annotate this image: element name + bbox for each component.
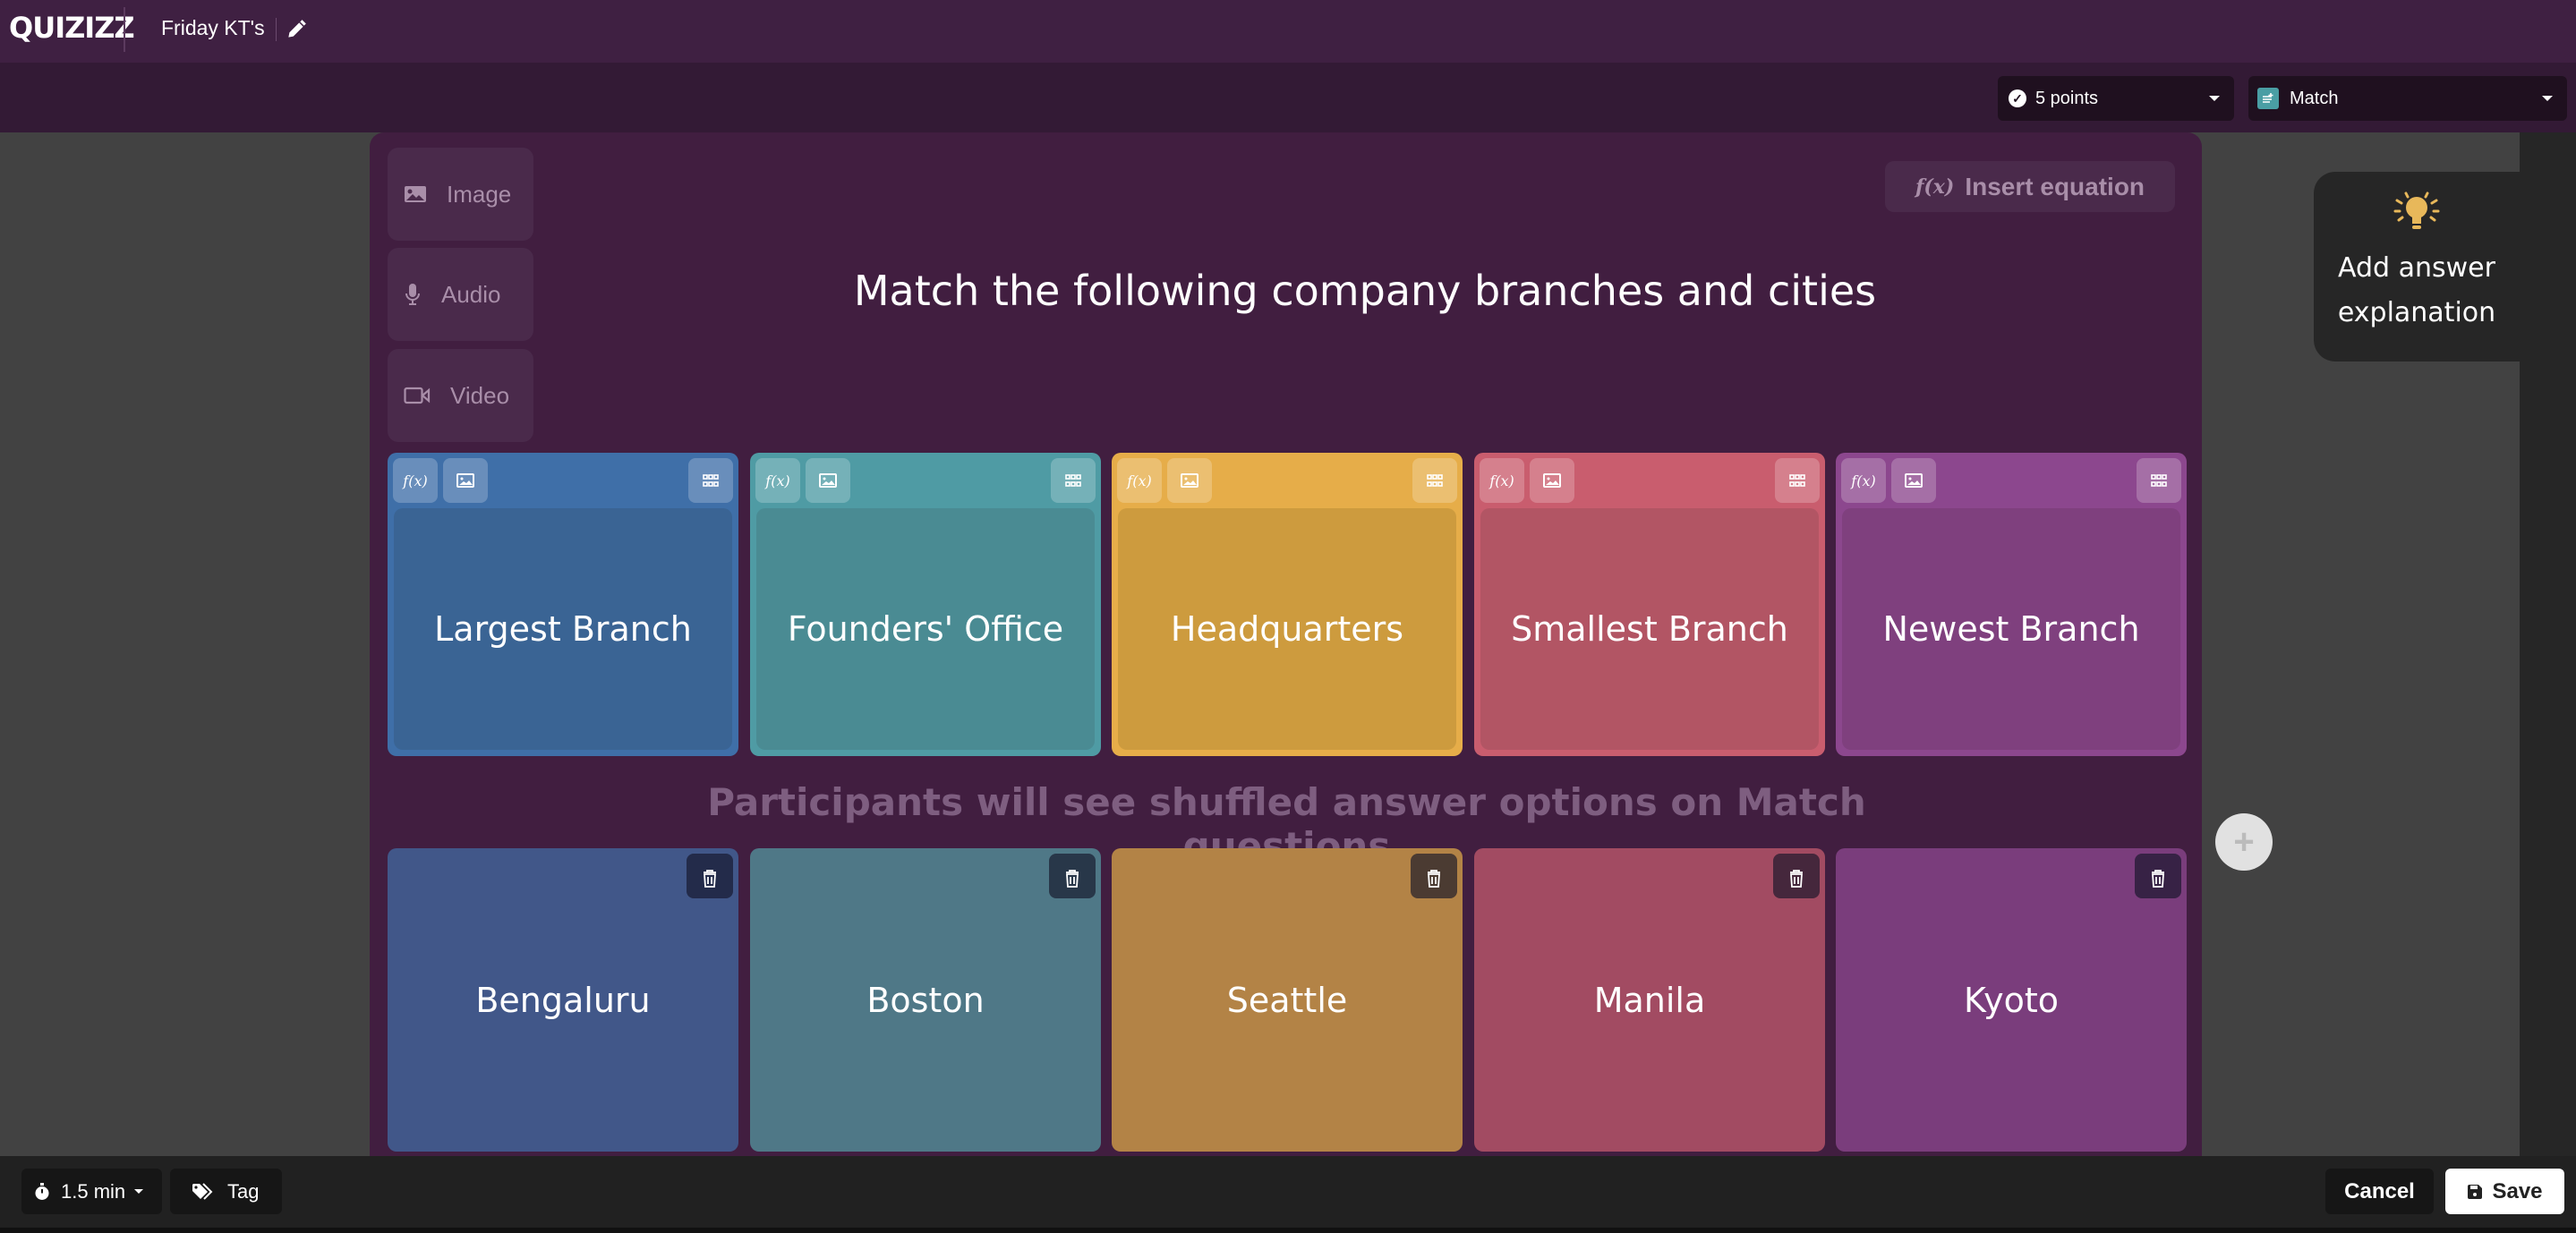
caret-down-icon xyxy=(2209,96,2220,101)
delete-answer-button[interactable] xyxy=(687,854,733,898)
grid-icon[interactable] xyxy=(1412,458,1457,503)
points-dropdown[interactable]: ✓ 5 points xyxy=(1998,76,2234,121)
prompt-tile: f(x) Headquarters xyxy=(1112,453,1463,756)
match-icon xyxy=(2257,88,2279,109)
prompt-text[interactable]: Smallest Branch xyxy=(1480,508,1819,750)
plus-icon: + xyxy=(2233,821,2255,862)
prompt-tile: f(x) Largest Branch xyxy=(388,453,738,756)
image-icon[interactable] xyxy=(1891,458,1936,503)
function-icon[interactable]: f(x) xyxy=(1841,458,1886,503)
prompt-tile-toolbar: f(x) xyxy=(1112,453,1463,508)
caret-down-icon xyxy=(134,1189,144,1194)
trash-icon xyxy=(2151,856,2165,896)
video-label: Video xyxy=(450,381,510,409)
image-icon xyxy=(405,186,426,202)
delete-answer-button[interactable] xyxy=(1049,854,1096,898)
points-label: 5 points xyxy=(2035,88,2099,108)
image-icon[interactable] xyxy=(443,458,488,503)
answer-tile: Seattle xyxy=(1112,848,1463,1152)
function-icon: f(x) xyxy=(1915,174,1955,199)
grid-icon[interactable] xyxy=(2137,458,2181,503)
floppy-disk-icon xyxy=(2468,1184,2483,1199)
function-icon[interactable]: f(x) xyxy=(1480,458,1524,503)
bottom-bar xyxy=(0,1156,2576,1228)
bottom-edge xyxy=(0,1228,2576,1233)
prompt-tile-toolbar: f(x) xyxy=(388,453,738,508)
delete-answer-button[interactable] xyxy=(1411,854,1457,898)
caret-down-icon xyxy=(2542,96,2553,101)
grid-icon[interactable] xyxy=(1051,458,1096,503)
prompt-text[interactable]: Headquarters xyxy=(1118,508,1456,750)
lightbulb-icon xyxy=(2393,191,2440,229)
answer-tile: Manila xyxy=(1474,848,1825,1152)
top-bar xyxy=(0,0,2576,63)
answer-text[interactable]: Seattle xyxy=(1227,981,1348,1020)
prompt-tile: f(x) Newest Branch xyxy=(1836,453,2187,756)
add-video-button[interactable]: Video xyxy=(388,349,533,442)
trash-icon xyxy=(1789,856,1804,896)
answer-tile: Kyoto xyxy=(1836,848,2187,1152)
tags-icon xyxy=(192,1182,213,1200)
time-limit-label: 1.5 min xyxy=(61,1179,126,1203)
delete-answer-button[interactable] xyxy=(1773,854,1820,898)
save-label: Save xyxy=(2492,1178,2543,1203)
stopwatch-icon xyxy=(35,1182,49,1200)
grid-icon[interactable] xyxy=(688,458,733,503)
prompt-text[interactable]: Largest Branch xyxy=(394,508,732,750)
prompt-tile-toolbar: f(x) xyxy=(750,453,1101,508)
function-icon[interactable]: f(x) xyxy=(755,458,800,503)
add-answer-explanation-label: Add answer explanation xyxy=(2337,252,2496,328)
cancel-button[interactable]: Cancel xyxy=(2325,1169,2434,1214)
prompt-tile-toolbar: f(x) xyxy=(1474,453,1825,508)
image-icon[interactable] xyxy=(806,458,850,503)
quizizz-logo[interactable]: QUIZIZZ xyxy=(9,11,135,45)
answer-text[interactable]: Bengaluru xyxy=(475,981,650,1020)
trash-icon xyxy=(703,856,717,896)
tag-button[interactable]: Tag xyxy=(170,1169,282,1214)
prompt-text[interactable]: Founders' Office xyxy=(756,508,1095,750)
grid-icon[interactable] xyxy=(1775,458,1820,503)
answer-text[interactable]: Boston xyxy=(866,981,984,1020)
quiz-title[interactable]: Friday KT's xyxy=(161,16,265,40)
question-type-dropdown[interactable]: Match xyxy=(2248,76,2567,121)
microphone-icon xyxy=(405,284,420,305)
prompt-tile-toolbar: f(x) xyxy=(1836,453,2187,508)
divider xyxy=(276,18,277,41)
right-panel-edge xyxy=(2520,132,2576,1156)
question-type-label: Match xyxy=(2290,88,2339,108)
tag-label: Tag xyxy=(227,1179,260,1203)
image-icon[interactable] xyxy=(1530,458,1574,503)
time-limit-dropdown[interactable]: 1.5 min xyxy=(21,1169,162,1214)
insert-equation-button[interactable]: f(x) Insert equation xyxy=(1885,161,2175,212)
function-icon[interactable]: f(x) xyxy=(1117,458,1162,503)
prompt-text[interactable]: Newest Branch xyxy=(1842,508,2180,750)
check-circle-icon: ✓ xyxy=(2009,89,2026,107)
function-icon[interactable]: f(x) xyxy=(393,458,438,503)
insert-equation-label: Insert equation xyxy=(1965,172,2145,200)
audio-label: Audio xyxy=(441,280,501,308)
trash-icon xyxy=(1065,856,1079,896)
pencil-icon[interactable] xyxy=(285,18,308,41)
add-option-button[interactable]: + xyxy=(2215,813,2273,871)
add-image-button[interactable]: Image xyxy=(388,148,533,241)
answer-tile: Bengaluru xyxy=(388,848,738,1152)
save-button[interactable]: Save xyxy=(2445,1169,2564,1214)
prompt-tile: f(x) Founders' Office xyxy=(750,453,1101,756)
delete-answer-button[interactable] xyxy=(2135,854,2181,898)
answer-text[interactable]: Kyoto xyxy=(1964,981,2059,1020)
image-label: Image xyxy=(447,180,512,208)
question-text[interactable]: Match the following company branches and… xyxy=(627,267,2103,315)
trash-icon xyxy=(1427,856,1441,896)
answer-text[interactable]: Manila xyxy=(1594,981,1706,1020)
video-camera-icon xyxy=(404,387,431,404)
prompt-tile: f(x) Smallest Branch xyxy=(1474,453,1825,756)
answer-tile: Boston xyxy=(750,848,1101,1152)
add-audio-button[interactable]: Audio xyxy=(388,248,533,341)
divider xyxy=(124,7,125,52)
image-icon[interactable] xyxy=(1167,458,1212,503)
add-answer-explanation-button[interactable]: Add answer explanation xyxy=(2314,172,2520,361)
